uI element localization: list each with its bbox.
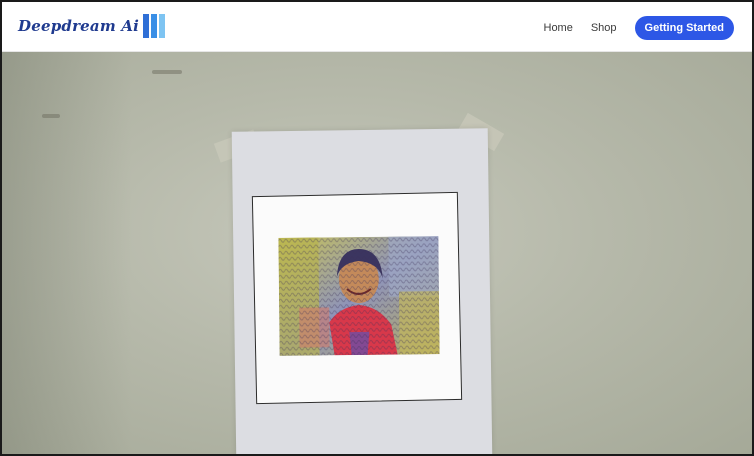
brand-logo[interactable]: Deepdream Ai — [18, 14, 166, 38]
getting-started-button[interactable]: Getting Started — [634, 16, 734, 40]
app-frame: Deepdream Ai Home Shop Getting Started — [0, 0, 754, 456]
brand-bars-icon — [143, 14, 166, 38]
wall-mark — [152, 70, 182, 74]
deepdream-art — [278, 236, 440, 356]
deepdream-photo — [278, 236, 440, 356]
camera-feed — [2, 52, 752, 454]
wall-shadow — [2, 52, 132, 454]
nav-shop-link[interactable]: Shop — [591, 22, 617, 34]
brand-name: Deepdream Ai — [18, 17, 140, 35]
nav-menu: Home Shop Getting Started — [544, 16, 734, 40]
nav-home-link[interactable]: Home — [544, 22, 573, 34]
top-navbar: Deepdream Ai Home Shop Getting Started — [2, 2, 752, 52]
wall-mark — [42, 114, 60, 118]
